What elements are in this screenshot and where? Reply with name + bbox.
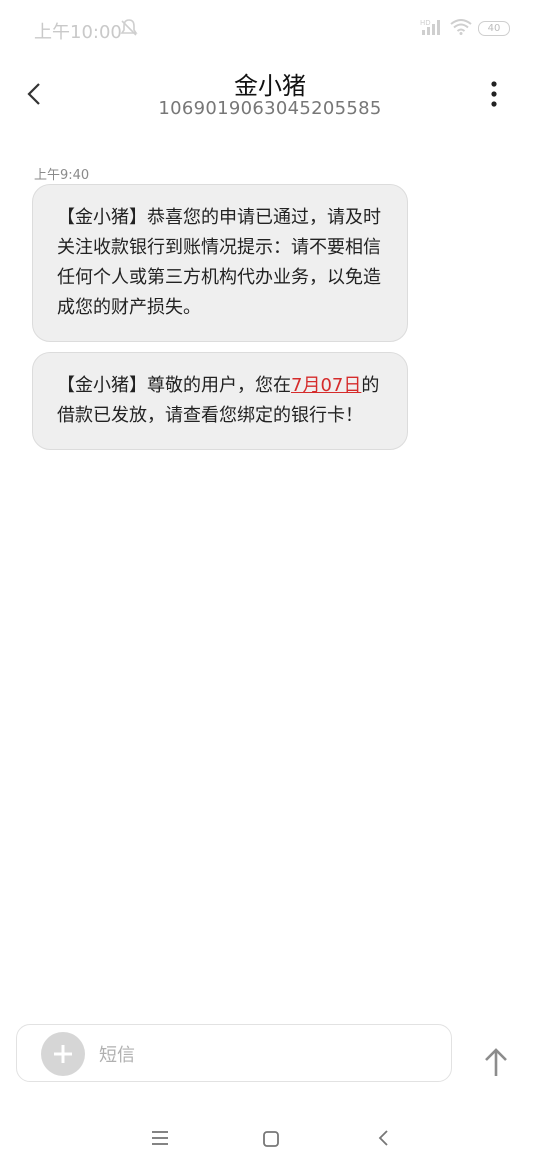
wifi-icon (450, 19, 472, 39)
bell-off-icon (120, 18, 138, 42)
more-options-button[interactable] (480, 78, 508, 110)
message-text: 【金小猪】恭喜您的申请已通过，请及时关注收款银行到账情况提示：请不要相信任何个人… (57, 207, 381, 318)
battery-icon: 40 (478, 21, 510, 36)
menu-icon[interactable] (150, 1130, 170, 1150)
system-nav-bar (0, 1110, 540, 1170)
message-bubble[interactable]: 【金小猪】恭喜您的申请已通过，请及时关注收款银行到账情况提示：请不要相信任何个人… (32, 184, 408, 342)
sms-input[interactable]: 短信 (99, 1041, 135, 1067)
message-text-prefix: 【金小猪】尊敬的用户，您在 (57, 375, 291, 396)
add-attachment-button[interactable] (41, 1032, 85, 1076)
plus-icon (54, 1045, 72, 1063)
date-link[interactable]: 7月07日 (291, 375, 361, 396)
send-button[interactable] (478, 1044, 514, 1080)
send-arrow-icon (485, 1048, 507, 1076)
nav-back-icon[interactable] (376, 1128, 392, 1152)
home-icon[interactable] (262, 1130, 280, 1152)
more-vertical-icon (491, 81, 497, 107)
status-time: 上午10:00 (34, 22, 122, 43)
svg-text:HD: HD (420, 19, 431, 27)
contact-name: 金小猪 (234, 72, 306, 100)
message-timestamp: 上午9:40 (34, 168, 90, 183)
message-bubble[interactable]: 【金小猪】尊敬的用户，您在7月07日的借款已发放，请查看您绑定的银行卡！ (32, 352, 408, 450)
compose-bar: 短信 (16, 1024, 452, 1082)
contact-number: 1069019063045205585 (158, 98, 382, 119)
signal-icon: HD (420, 18, 444, 40)
status-bar: 上午10:00 HD 40 (0, 0, 540, 58)
